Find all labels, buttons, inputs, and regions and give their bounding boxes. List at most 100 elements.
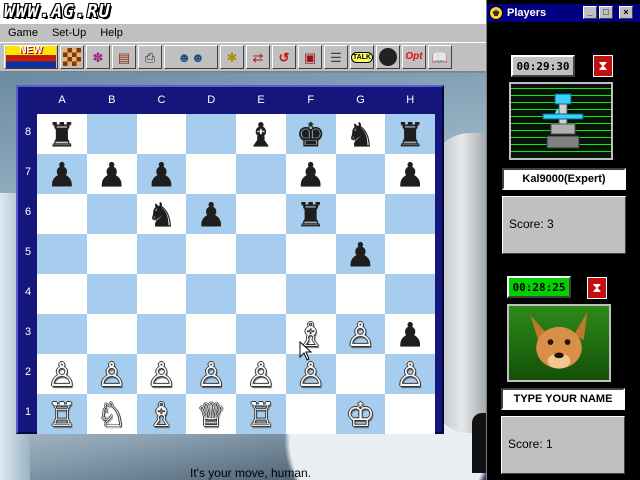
- piece-d1[interactable]: ♕: [196, 398, 226, 431]
- square-c1[interactable]: ♗: [136, 394, 187, 434]
- square-c8[interactable]: [136, 114, 187, 154]
- players-button[interactable]: ☻☻: [164, 45, 218, 69]
- piece-a2[interactable]: ♙: [47, 358, 77, 391]
- square-a4[interactable]: [37, 274, 87, 314]
- maximize-button[interactable]: □: [599, 6, 613, 19]
- square-b4[interactable]: [86, 274, 137, 314]
- square-e5[interactable]: [236, 234, 286, 274]
- piece-d2[interactable]: ♙: [196, 358, 226, 391]
- piece-e1[interactable]: ♖: [246, 398, 276, 431]
- square-d1[interactable]: ♕: [186, 394, 236, 434]
- square-h1[interactable]: [385, 394, 435, 434]
- menu-game[interactable]: Game: [8, 27, 38, 39]
- print-button[interactable]: ⎙: [138, 45, 162, 69]
- square-g5[interactable]: ♟: [335, 234, 386, 274]
- square-a2[interactable]: ♙: [37, 354, 87, 394]
- square-e7[interactable]: [236, 154, 286, 194]
- chess-board[interactable]: ♜ ♝ ♚ ♞ ♜ ♟ ♟ ♟ ♟ ♟ ♞ ♟ ♜ ♟ ♗ ♙ ♟ ♙ ♙ ♙ ♙ ♙ ♙ ♙ ♖ ♘ ♗ ♕ ♖ ♔: [37, 114, 435, 434]
- piece-a7[interactable]: ♟: [47, 158, 77, 191]
- piece-c6[interactable]: ♞: [147, 198, 177, 231]
- square-g4[interactable]: [335, 274, 386, 314]
- square-c4[interactable]: [136, 274, 187, 314]
- square-g7[interactable]: [335, 154, 386, 194]
- square-g8[interactable]: ♞: [335, 114, 386, 154]
- close-button[interactable]: ×: [619, 6, 633, 19]
- square-f6[interactable]: ♜: [285, 194, 336, 234]
- square-c6[interactable]: ♞: [136, 194, 187, 234]
- piece-c1[interactable]: ♗: [147, 398, 177, 431]
- menu-setup[interactable]: Set-Up: [52, 27, 86, 39]
- square-e2[interactable]: ♙: [236, 354, 286, 394]
- square-b8[interactable]: [86, 114, 137, 154]
- piece-a8[interactable]: ♜: [47, 118, 77, 151]
- square-d3[interactable]: [186, 314, 236, 354]
- square-h6[interactable]: [385, 194, 435, 234]
- piece-d6[interactable]: ♟: [196, 198, 226, 231]
- square-a5[interactable]: [37, 234, 87, 274]
- piece-g3[interactable]: ♙: [346, 318, 376, 351]
- square-e4[interactable]: [236, 274, 286, 314]
- square-b7[interactable]: ♟: [86, 154, 137, 194]
- square-d4[interactable]: [186, 274, 236, 314]
- piece-c2[interactable]: ♙: [147, 358, 177, 391]
- square-c2[interactable]: ♙: [136, 354, 187, 394]
- square-d7[interactable]: [186, 154, 236, 194]
- minimize-button[interactable]: _: [583, 6, 597, 19]
- square-a3[interactable]: [37, 314, 87, 354]
- piece-g8[interactable]: ♞: [346, 118, 376, 151]
- hint-button[interactable]: ✱: [220, 45, 244, 69]
- piece-b7[interactable]: ♟: [97, 158, 127, 191]
- piece-f2[interactable]: ♙: [296, 358, 326, 391]
- square-a6[interactable]: [37, 194, 87, 234]
- book-button[interactable]: ▤: [112, 45, 136, 69]
- piece-h7[interactable]: ♟: [395, 158, 425, 191]
- square-g6[interactable]: [335, 194, 386, 234]
- piece-a1[interactable]: ♖: [47, 398, 77, 431]
- square-h7[interactable]: ♟: [385, 154, 435, 194]
- square-h8[interactable]: ♜: [385, 114, 435, 154]
- square-b1[interactable]: ♘: [86, 394, 137, 434]
- square-c3[interactable]: [136, 314, 187, 354]
- piece-f8[interactable]: ♚: [296, 118, 326, 151]
- piece-c7[interactable]: ♟: [147, 158, 177, 191]
- options-button[interactable]: Opt: [402, 45, 426, 69]
- sound-button[interactable]: [376, 45, 400, 69]
- piece-f6[interactable]: ♜: [296, 198, 326, 231]
- swap-button[interactable]: ⇄: [246, 45, 270, 69]
- piece-e2[interactable]: ♙: [246, 358, 276, 391]
- square-c7[interactable]: ♟: [136, 154, 187, 194]
- square-g2[interactable]: [335, 354, 386, 394]
- square-f7[interactable]: ♟: [285, 154, 336, 194]
- square-d6[interactable]: ♟: [186, 194, 236, 234]
- square-h3[interactable]: ♟: [385, 314, 435, 354]
- square-a1[interactable]: ♖: [37, 394, 87, 434]
- square-f4[interactable]: [285, 274, 336, 314]
- piece-h2[interactable]: ♙: [395, 358, 425, 391]
- tutorial-button[interactable]: 📖: [428, 45, 452, 69]
- square-f5[interactable]: [285, 234, 336, 274]
- square-a8[interactable]: ♜: [37, 114, 87, 154]
- square-b3[interactable]: [86, 314, 137, 354]
- square-f8[interactable]: ♚: [285, 114, 336, 154]
- piece-h3[interactable]: ♟: [395, 318, 425, 351]
- piece-f7[interactable]: ♟: [296, 158, 326, 191]
- piece-b2[interactable]: ♙: [97, 358, 127, 391]
- talk-button[interactable]: TALK: [350, 45, 374, 69]
- human-name-field[interactable]: TYPE YOUR NAME: [501, 388, 625, 410]
- square-f1[interactable]: [285, 394, 336, 434]
- piece-h8[interactable]: ♜: [395, 118, 425, 151]
- piece-e8[interactable]: ♝: [246, 118, 276, 151]
- piece-b1[interactable]: ♘: [97, 398, 127, 431]
- piece-g1[interactable]: ♔: [346, 398, 376, 431]
- square-g3[interactable]: ♙: [335, 314, 386, 354]
- square-b6[interactable]: [86, 194, 137, 234]
- undo-button[interactable]: ↺: [272, 45, 296, 69]
- square-e3[interactable]: [236, 314, 286, 354]
- new-game-button[interactable]: NEW: [4, 45, 58, 69]
- square-d8[interactable]: [186, 114, 236, 154]
- menu-help[interactable]: Help: [100, 27, 123, 39]
- square-c5[interactable]: [136, 234, 187, 274]
- square-g1[interactable]: ♔: [335, 394, 386, 434]
- square-e8[interactable]: ♝: [236, 114, 286, 154]
- square-b2[interactable]: ♙: [86, 354, 137, 394]
